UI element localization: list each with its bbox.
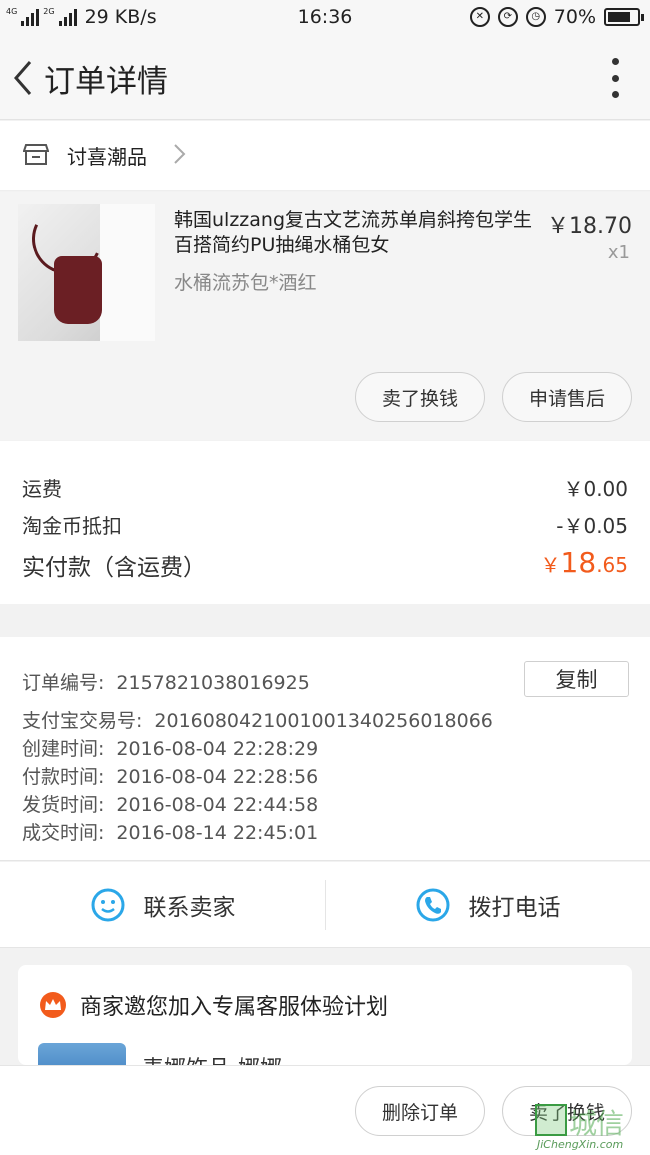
coin-discount-label: 淘金币抵扣 [22, 514, 122, 538]
shipped-time: 2016-08-04 22:44:58 [116, 794, 319, 816]
completed-time: 2016-08-14 22:45:01 [116, 822, 319, 844]
service-promo-card[interactable]: 商家邀您加入专属客服体验计划 麦娜饰品-娜娜 [18, 965, 632, 1065]
shipped-time-label: 发货时间: [22, 794, 105, 816]
sell-for-cash-button[interactable]: 卖了换钱 [355, 372, 485, 422]
created-time: 2016-08-04 22:28:29 [116, 738, 319, 760]
chat-bubble-icon [91, 888, 124, 922]
navbar: 订单详情 [0, 36, 650, 120]
back-arrow-icon[interactable] [8, 58, 40, 98]
promo-name: 麦娜饰品-娜娜 [142, 1051, 282, 1065]
chevron-right-icon [174, 144, 186, 164]
product-name[interactable]: 韩国ulzzang复古文艺流苏单肩斜挎包学生百搭简约PU抽绳水桶包女 [174, 208, 536, 258]
payment-summary: 运费 ￥0.00 淘金币抵扣 -￥0.05 实付款（含运费） ￥18.65 [0, 441, 650, 604]
total-paid-row: 实付款（含运费） ￥18.65 [22, 546, 628, 582]
total-integer: 18 [560, 546, 597, 579]
phone-icon [416, 888, 449, 922]
promo-avatar [38, 1043, 126, 1065]
created-time-label: 创建时间: [22, 738, 105, 760]
paid-time-label: 付款时间: [22, 766, 105, 788]
crown-icon [40, 992, 66, 1018]
status-right: ✕ ⟳ ◷ 70% [469, 6, 644, 28]
rotation-lock-icon: ⟳ [497, 7, 518, 27]
product-quantity: x1 [607, 242, 630, 263]
paid-time: 2016-08-04 22:28:56 [116, 766, 319, 788]
alipay-label: 支付宝交易号: [22, 710, 143, 732]
completed-time-row: 成交时间: 2016-08-14 22:45:01 [22, 818, 318, 845]
shipping-row: 运费 ￥0.00 [22, 473, 628, 502]
order-info: 订单编号: 2157821038016925 复制 支付宝交易号: 20160804… [0, 637, 650, 861]
order-number-row: 订单编号: 2157821038016925 [22, 668, 310, 695]
more-menu-icon[interactable] [610, 58, 620, 98]
status-bar: 4G 2G 29 KB/s 16:36 ✕ ⟳ ◷ 70% [0, 0, 650, 36]
product-spec: 水桶流苏包*酒红 [174, 272, 317, 294]
contact-seller-label: 联系卖家 [143, 895, 236, 921]
store-icon [23, 144, 49, 165]
completed-time-label: 成交时间: [22, 822, 105, 844]
alipay-row: 支付宝交易号: 2016080421001001340256018066 [22, 706, 493, 733]
battery-percent: 70% [553, 6, 596, 28]
contact-seller-button[interactable]: 联系卖家 [0, 862, 325, 948]
promo-title: 商家邀您加入专属客服体验计划 [80, 995, 389, 1020]
mute-icon: ✕ [469, 7, 490, 27]
page-title: 订单详情 [44, 64, 168, 100]
after-sale-button[interactable]: 申请售后 [502, 372, 632, 422]
shipped-time-row: 发货时间: 2016-08-04 22:44:58 [22, 790, 318, 817]
product-image[interactable] [18, 204, 155, 341]
watermark: 城信 JiChengXin.com [533, 1100, 650, 1155]
delete-order-button[interactable]: 删除订单 [355, 1086, 485, 1136]
call-label: 拨打电话 [468, 895, 561, 921]
paid-time-row: 付款时间: 2016-08-04 22:28:56 [22, 762, 318, 789]
total-currency: ￥ [540, 553, 561, 577]
order-number: 2157821038016925 [116, 672, 310, 694]
alarm-icon: ◷ [525, 7, 546, 27]
contact-bar: 联系卖家 拨打电话 [0, 862, 650, 948]
total-decimal: .65 [596, 553, 628, 577]
shop-row[interactable]: 讨喜潮品 [0, 121, 650, 191]
coin-discount-row: 淘金币抵扣 -￥0.05 [22, 510, 628, 539]
created-time-row: 创建时间: 2016-08-04 22:28:29 [22, 734, 318, 761]
call-button[interactable]: 拨打电话 [325, 862, 650, 948]
battery-icon [604, 8, 644, 26]
alipay-number: 2016080421001001340256018066 [154, 710, 493, 732]
shop-name: 讨喜潮品 [67, 145, 147, 169]
total-paid-value: ￥18.65 [541, 546, 628, 579]
watermark-cn: 城信 [569, 1107, 624, 1140]
product-card: 韩国ulzzang复古文艺流苏单肩斜挎包学生百搭简约PU抽绳水桶包女 水桶流苏包… [0, 192, 650, 440]
copy-button[interactable]: 复制 [524, 661, 629, 697]
shipping-value: ￥0.00 [563, 477, 628, 501]
total-paid-label: 实付款（含运费） [22, 555, 206, 581]
order-number-label: 订单编号: [22, 672, 105, 694]
watermark-en: JiChengXin.com [537, 1138, 624, 1151]
watermark-logo [535, 1104, 567, 1136]
coin-discount-value: -￥0.05 [556, 514, 628, 538]
shipping-label: 运费 [22, 477, 62, 501]
product-price: ￥18.70 [547, 214, 632, 239]
